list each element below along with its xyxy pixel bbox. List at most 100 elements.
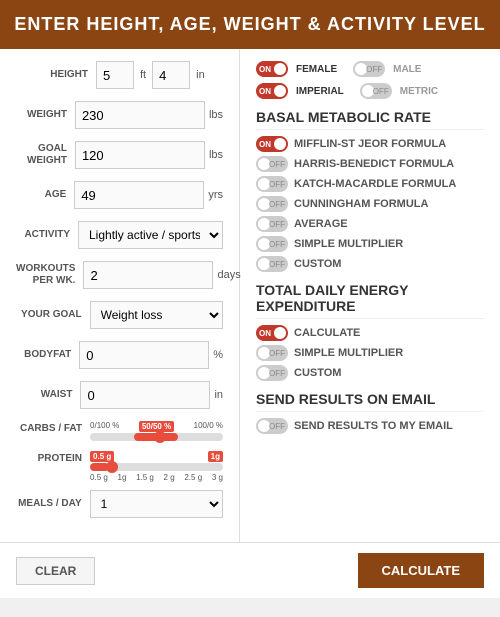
formula-row-5: OFF AVERAGE xyxy=(256,216,484,232)
protein-scale-3: 1.5 g xyxy=(136,473,154,482)
protein-scale-5: 2.5 g xyxy=(184,473,202,482)
formula5-toggle[interactable]: OFF xyxy=(256,216,288,232)
age-label: AGE xyxy=(16,189,74,201)
email-section: SEND RESULTS ON EMAIL OFF SEND RESULTS T… xyxy=(256,391,484,434)
formula4-off-text: OFF xyxy=(269,200,285,209)
bmr-title: BASAL METABOLIC RATE xyxy=(256,109,484,130)
age-input[interactable]: 49 xyxy=(74,181,204,209)
metric-label: METRIC xyxy=(400,86,438,97)
height-ft-input[interactable]: 5 xyxy=(96,61,134,89)
tdee2-label: SIMPLE MULTIPLIER xyxy=(294,347,403,359)
formula1-on-text: ON xyxy=(259,140,271,149)
email-toggle[interactable]: OFF xyxy=(256,418,288,434)
formula3-off-text: OFF xyxy=(269,180,285,189)
protein-label: PROTEIN xyxy=(16,451,90,465)
carbs-marker-3: 100/0 % xyxy=(194,421,223,432)
formula1-toggle[interactable]: ON xyxy=(256,136,288,152)
gender-row: ON FEMALE OFF MALE xyxy=(256,61,484,77)
female-toggle[interactable]: ON xyxy=(256,61,288,77)
formula4-toggle[interactable]: OFF xyxy=(256,196,288,212)
goal-weight-input[interactable]: 120 xyxy=(75,141,205,169)
formula-row-3: OFF KATCH-MACARDLE FORMULA xyxy=(256,176,484,192)
tdee2-off-text: OFF xyxy=(269,349,285,358)
footer: CLEAR CALCULATE xyxy=(0,542,500,598)
formula-row-4: OFF CUNNINGHAM FORMULA xyxy=(256,196,484,212)
formula2-label: HARRIS-BENEDICT FORMULA xyxy=(294,158,454,170)
imperial-label: IMPERIAL xyxy=(296,86,344,97)
formula7-toggle[interactable]: OFF xyxy=(256,256,288,272)
formula7-off-text: OFF xyxy=(269,260,285,269)
height-inputs: 5 ft 4 in xyxy=(96,61,205,89)
goal-select[interactable]: Weight loss xyxy=(90,301,223,329)
bmr-section: BASAL METABOLIC RATE ON MIFFLIN-ST JEOR … xyxy=(256,109,484,272)
email-label: SEND RESULTS TO MY EMAIL xyxy=(294,420,453,432)
imperial-toggle-knob xyxy=(274,85,286,97)
unit-row: ON IMPERIAL OFF METRIC xyxy=(256,83,484,99)
protein-marker-2: 1g xyxy=(208,451,223,462)
tdee-title: TOTAL DAILY ENERGY EXPENDITURE xyxy=(256,282,484,319)
waist-input[interactable]: 0 xyxy=(80,381,210,409)
weight-unit: lbs xyxy=(209,109,223,121)
email-off-text: OFF xyxy=(269,422,285,431)
tdee1-on-text: ON xyxy=(259,329,271,338)
workouts-label: WORKOUTS PER WK. xyxy=(16,263,83,287)
female-label: FEMALE xyxy=(296,64,337,75)
formula3-label: KATCH-MACARDLE FORMULA xyxy=(294,178,456,190)
clear-button[interactable]: CLEAR xyxy=(16,557,95,585)
protein-scale-1: 0.5 g xyxy=(90,473,108,482)
weight-label: WEIGHT xyxy=(16,109,75,121)
tdee1-label: CALCULATE xyxy=(294,327,360,339)
formula1-knob xyxy=(274,138,286,150)
page-title: ENTER HEIGHT, AGE, WEIGHT & ACTIVITY LEV… xyxy=(0,0,500,49)
ft-unit: ft xyxy=(140,69,146,81)
tdee1-knob xyxy=(274,327,286,339)
tdee1-toggle[interactable]: ON xyxy=(256,325,288,341)
protein-slider-area: 0.5 g 1g 0.5 g 1g 1.5 g 2 g 2.5 g 3 g xyxy=(90,451,223,482)
formula2-toggle[interactable]: OFF xyxy=(256,156,288,172)
bodyfat-unit: % xyxy=(213,349,223,361)
formula4-label: CUNNINGHAM FORMULA xyxy=(294,198,428,210)
carbs-track[interactable] xyxy=(90,433,223,441)
protein-track[interactable] xyxy=(90,463,223,471)
waist-unit: in xyxy=(214,389,223,401)
tdee3-toggle[interactable]: OFF xyxy=(256,365,288,381)
imperial-on-text: ON xyxy=(259,87,271,96)
protein-scale-4: 2 g xyxy=(164,473,175,482)
tdee-row-3: OFF CUSTOM xyxy=(256,365,484,381)
calculate-button[interactable]: CALCULATE xyxy=(358,553,484,588)
protein-scale: 0.5 g 1g 1.5 g 2 g 2.5 g 3 g xyxy=(90,473,223,482)
protein-thumb[interactable] xyxy=(106,461,118,473)
tdee-section: TOTAL DAILY ENERGY EXPENDITURE ON CALCUL… xyxy=(256,282,484,381)
workouts-input[interactable]: 2 xyxy=(83,261,213,289)
waist-label: WAIST xyxy=(16,389,80,401)
bodyfat-input[interactable]: 0 xyxy=(79,341,209,369)
formula3-toggle[interactable]: OFF xyxy=(256,176,288,192)
carbs-fat-label: CARBS / FAT xyxy=(16,421,90,435)
carbs-marker-2: 50/50 % xyxy=(139,421,174,432)
bodyfat-label: BODYFAT xyxy=(16,349,79,361)
height-in-input[interactable]: 4 xyxy=(152,61,190,89)
carbs-fat-slider-area: 0/100 % 50/50 % 100/0 % xyxy=(90,421,223,443)
male-toggle[interactable]: OFF xyxy=(353,61,385,77)
formula-row-1: ON MIFFLIN-ST JEOR FORMULA xyxy=(256,136,484,152)
formula2-off-text: OFF xyxy=(269,160,285,169)
male-off-text: OFF xyxy=(366,65,382,74)
tdee2-toggle[interactable]: OFF xyxy=(256,345,288,361)
formula6-toggle[interactable]: OFF xyxy=(256,236,288,252)
tdee3-off-text: OFF xyxy=(269,369,285,378)
formula-row-6: OFF SIMPLE MULTIPLIER xyxy=(256,236,484,252)
carbs-thumb[interactable] xyxy=(154,431,166,443)
workouts-unit: days xyxy=(217,269,240,281)
weight-input[interactable]: 230 xyxy=(75,101,205,129)
metric-toggle[interactable]: OFF xyxy=(360,83,392,99)
formula6-label: SIMPLE MULTIPLIER xyxy=(294,238,403,250)
imperial-toggle[interactable]: ON xyxy=(256,83,288,99)
email-row: OFF SEND RESULTS TO MY EMAIL xyxy=(256,418,484,434)
activity-label: ACTIVITY xyxy=(16,229,78,241)
formula-row-2: OFF HARRIS-BENEDICT FORMULA xyxy=(256,156,484,172)
goal-weight-label: GOAL WEIGHT xyxy=(16,143,75,167)
activity-select[interactable]: Lightly active / sports 1 xyxy=(78,221,223,249)
metric-off-text: OFF xyxy=(373,87,389,96)
male-label: MALE xyxy=(393,64,421,75)
meals-select[interactable]: 1 xyxy=(90,490,223,518)
